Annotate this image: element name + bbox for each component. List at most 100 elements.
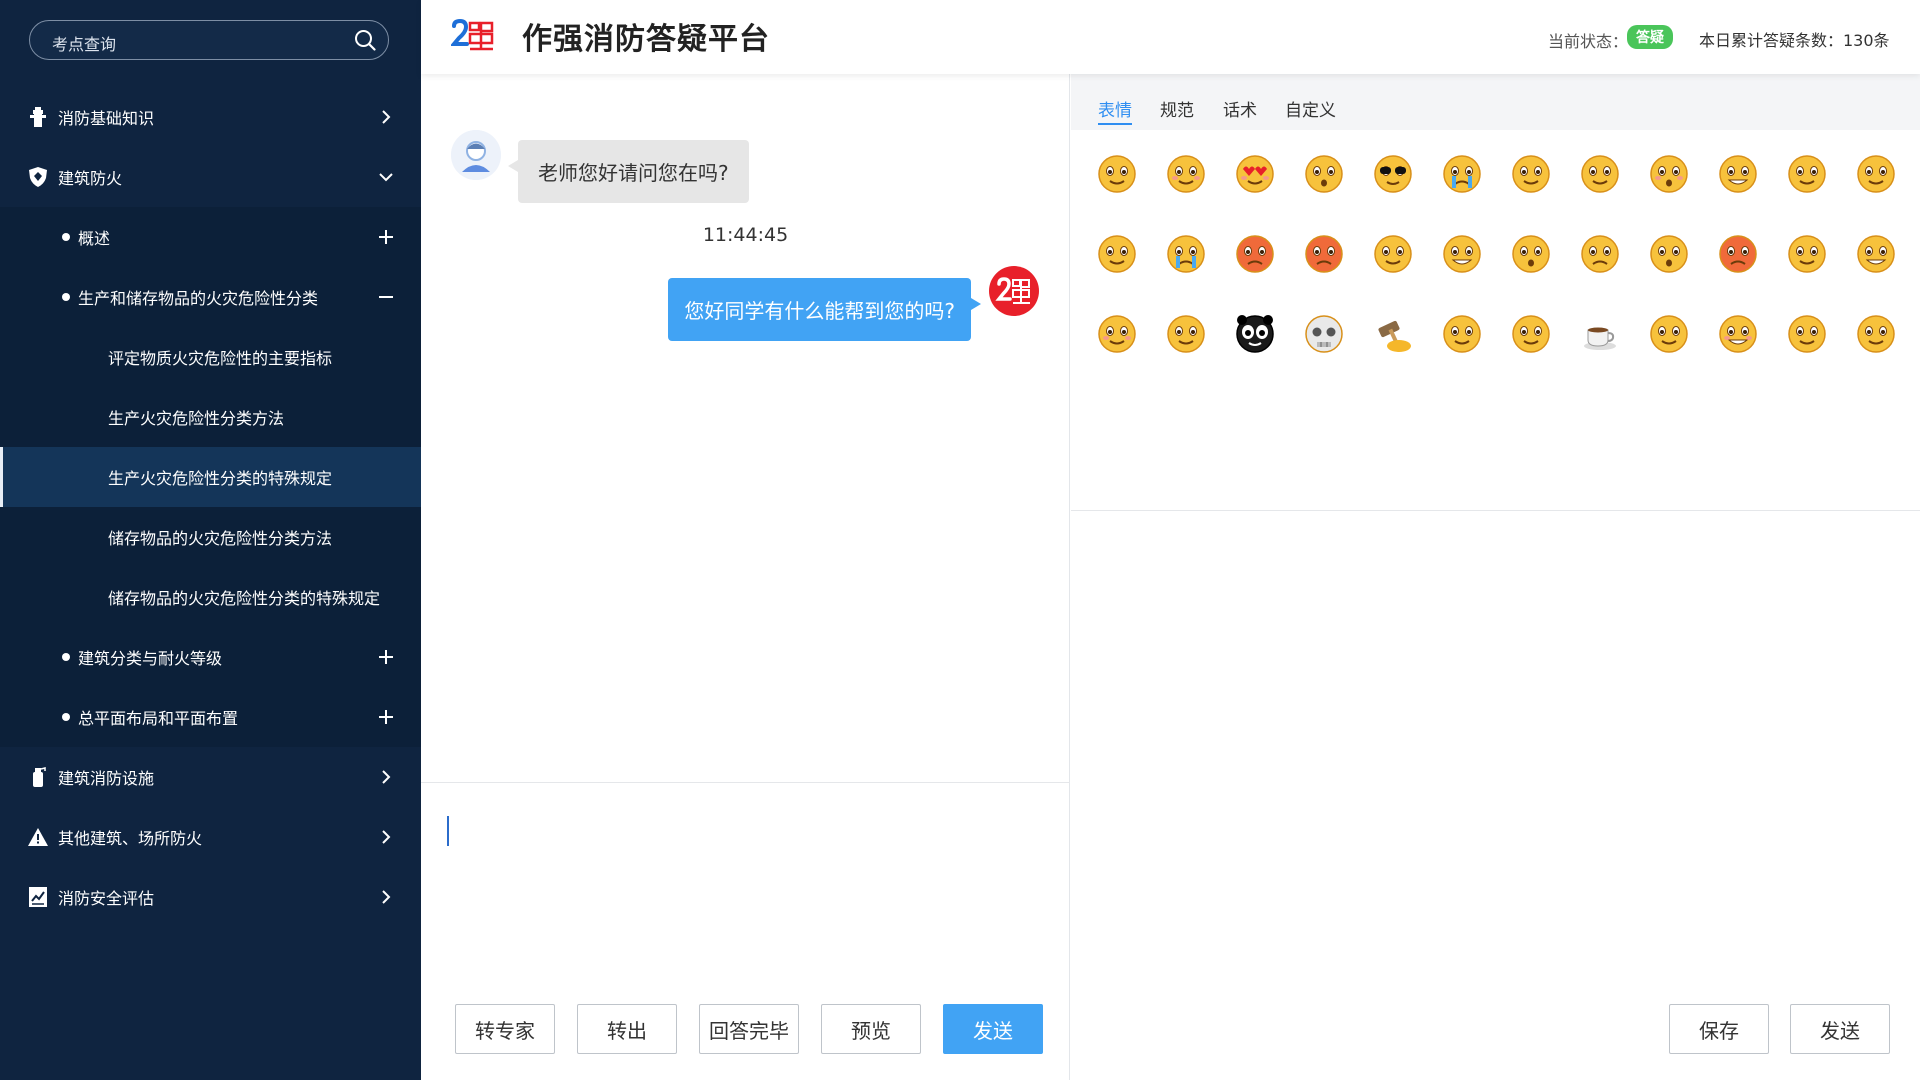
sidebar-item-production-special-rules[interactable]: 生产火灾危险性分类的特殊规定 <box>0 447 421 507</box>
user-avatar-icon <box>451 130 501 180</box>
sidebar-item-label: 储存物品的火灾危险性分类方法 <box>108 529 333 548</box>
smug-emoji-icon[interactable] <box>1509 312 1553 356</box>
transfer-out-button[interactable]: 转出 <box>577 1004 677 1054</box>
embarrassed-emoji-icon[interactable] <box>1647 152 1691 196</box>
sleepy-emoji-icon[interactable] <box>1095 232 1139 276</box>
skull-emoji-icon[interactable] <box>1302 312 1346 356</box>
panda-emoji-icon[interactable] <box>1233 312 1277 356</box>
plus-icon <box>379 230 393 244</box>
zipper-mouth-emoji-icon[interactable] <box>1578 152 1622 196</box>
logo-avatar-icon <box>995 277 1030 304</box>
sidebar-item-production-method[interactable]: 生产火灾危险性分类方法 <box>0 387 421 447</box>
sidebar-item-label: 其他建筑、场所防火 <box>58 829 203 848</box>
sly-emoji-icon[interactable] <box>1854 312 1898 356</box>
sidebar-item-label: 生产火灾危险性分类方法 <box>108 409 285 428</box>
tab-standards[interactable]: 规范 <box>1160 96 1194 121</box>
daily-count: 本日累计答疑条数：130条 <box>1699 31 1890 50</box>
sidebar-item-overview[interactable]: 概述 <box>0 207 421 267</box>
message-input-cursor[interactable] <box>447 816 449 846</box>
minus-icon <box>379 296 393 298</box>
transfer-expert-button[interactable]: 转专家 <box>455 1004 555 1054</box>
tab-emoji[interactable]: 表情 <box>1098 96 1132 125</box>
coffee-emoji-icon[interactable] <box>1578 312 1622 356</box>
divider <box>421 782 1070 783</box>
blush-emoji-icon[interactable] <box>1164 152 1208 196</box>
yawn-emoji-icon[interactable] <box>1647 312 1691 356</box>
sidebar-item-label: 建筑防火 <box>58 169 123 188</box>
sidebar-item-label: 建筑分类与耐火等级 <box>78 649 223 668</box>
sidebar-item-fire-basics[interactable]: 消防基础知识 <box>0 87 421 147</box>
avatar <box>989 266 1039 316</box>
grin-emoji-icon[interactable] <box>1440 232 1484 276</box>
shield-icon <box>28 167 48 187</box>
sidebar-item-building-fire[interactable]: 建筑防火 <box>0 147 421 207</box>
think-hand-emoji-icon[interactable] <box>1854 152 1898 196</box>
sidebar-item-label: 生产和储存物品的火灾危险性分类 <box>78 289 319 308</box>
tongue-wink-emoji-icon[interactable] <box>1371 232 1415 276</box>
sidebar-item-storage-special-rules[interactable]: 储存物品的火灾危险性分类的特殊规定 <box>0 567 421 627</box>
search-box[interactable]: 考点查询 <box>29 20 389 60</box>
divider <box>1071 510 1920 511</box>
cry-emoji-icon[interactable] <box>1440 152 1484 196</box>
search-input[interactable]: 考点查询 <box>52 31 116 55</box>
sidebar-item-label: 消防基础知识 <box>58 109 155 128</box>
sidebar-item-safety-assessment[interactable]: 消防安全评估 <box>0 867 421 927</box>
sidebar-item-site-layout[interactable]: 总平面布局和平面布置 <box>0 687 421 747</box>
sidebar-item-building-classes[interactable]: 建筑分类与耐火等级 <box>0 627 421 687</box>
tab-phrases[interactable]: 话术 <box>1223 96 1257 121</box>
sidebar-item-label: 概述 <box>78 229 111 248</box>
shush-emoji-icon[interactable] <box>1095 312 1139 356</box>
blank-emoji-icon[interactable] <box>1647 232 1691 276</box>
extinguisher-icon <box>28 767 48 787</box>
sidebar-item-main-indicators[interactable]: 评定物质火灾危险性的主要指标 <box>0 327 421 387</box>
send-button[interactable]: 发送 <box>1790 1004 1890 1054</box>
sick-emoji-icon[interactable] <box>1233 232 1277 276</box>
report-icon <box>28 887 48 907</box>
grimace-emoji-icon[interactable] <box>1716 152 1760 196</box>
frown-emoji-icon[interactable] <box>1578 232 1622 276</box>
preview-button[interactable]: 预览 <box>821 1004 921 1054</box>
sidebar-item-label: 评定物质火灾危险性的主要指标 <box>108 349 333 368</box>
gasp-emoji-icon[interactable] <box>1509 232 1553 276</box>
smirk-emoji-icon[interactable] <box>1509 152 1553 196</box>
furious-emoji-icon[interactable] <box>1716 232 1760 276</box>
tearful-emoji-icon[interactable] <box>1164 232 1208 276</box>
wink-kiss-emoji-icon[interactable] <box>1785 312 1829 356</box>
search-icon[interactable] <box>354 29 376 51</box>
surprised-emoji-icon[interactable] <box>1302 152 1346 196</box>
dizzy-emoji-icon[interactable] <box>1164 312 1208 356</box>
sunglasses-emoji-icon[interactable] <box>1371 152 1415 196</box>
chat-actions: 转专家 转出 回答完毕 预览 发送 <box>455 1004 1043 1054</box>
message-timestamp: 11:44:45 <box>702 224 789 246</box>
bullet-icon <box>62 713 70 721</box>
sidebar-item-fire-facilities[interactable]: 建筑消防设施 <box>0 747 421 807</box>
angry-emoji-icon[interactable] <box>1302 232 1346 276</box>
tab-custom[interactable]: 自定义 <box>1285 96 1336 121</box>
sidebar-item-label: 生产火灾危险性分类的特殊规定 <box>108 469 333 488</box>
sidebar-item-hazard-classification[interactable]: 生产和储存物品的火灾危险性分类 <box>0 267 421 327</box>
send-button[interactable]: 发送 <box>943 1004 1043 1054</box>
giggle-emoji-icon[interactable] <box>1716 312 1760 356</box>
status-label: 当前状态： <box>1548 32 1629 51</box>
status-badge: 答疑 <box>1627 25 1673 49</box>
chevron-right-icon <box>382 830 391 844</box>
hammer-emoji-icon[interactable] <box>1371 312 1415 356</box>
message-outgoing: 您好同学有什么能帮到您的吗? <box>668 278 981 341</box>
sideeye-emoji-icon[interactable] <box>1785 232 1829 276</box>
wondering-emoji-icon[interactable] <box>1440 312 1484 356</box>
warning-icon <box>28 827 48 847</box>
chevron-down-icon <box>379 173 393 182</box>
save-button[interactable]: 保存 <box>1669 1004 1769 1054</box>
answer-done-button[interactable]: 回答完毕 <box>699 1004 799 1054</box>
bullet-icon <box>62 233 70 241</box>
heart-eyes-emoji-icon[interactable] <box>1233 152 1277 196</box>
sidebar-item-storage-method[interactable]: 储存物品的火灾危险性分类方法 <box>0 507 421 567</box>
smile-emoji-icon[interactable] <box>1095 152 1139 196</box>
sidebar: 考点查询 消防基础知识 建筑防火 概述 生产和储存物品的火灾危险性分类 评定物质… <box>0 0 421 1080</box>
laugh-emoji-icon[interactable] <box>1854 232 1898 276</box>
sidebar-item-label: 建筑消防设施 <box>58 769 155 788</box>
dizzy-confused-emoji-icon[interactable] <box>1785 152 1829 196</box>
sidebar-item-other-buildings[interactable]: 其他建筑、场所防火 <box>0 807 421 867</box>
sidebar-item-label: 储存物品的火灾危险性分类的特殊规定 <box>108 589 381 608</box>
message-incoming: 老师您好请问您在吗? <box>508 140 749 203</box>
